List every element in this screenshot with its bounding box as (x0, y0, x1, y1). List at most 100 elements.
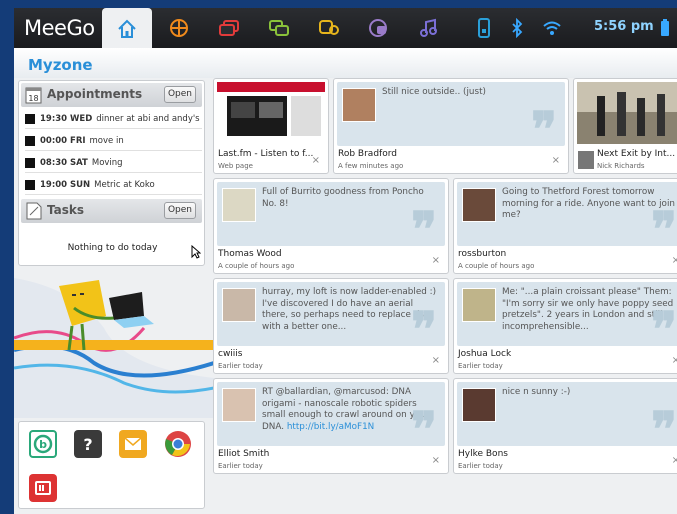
help-icon: ? (83, 435, 92, 454)
pasteboard-icon (369, 19, 387, 37)
media-icon (35, 481, 51, 495)
bluetooth-icon (512, 18, 523, 38)
post-time: Earlier today (458, 462, 503, 470)
tasks-header: Tasks Open (21, 199, 202, 223)
tasks-icon (219, 20, 239, 36)
tasks-note-icon (26, 202, 42, 220)
calendar-icon: 18 (25, 87, 42, 104)
status-message: nice n sunny :-) (502, 387, 571, 397)
web-page-card[interactable]: Last.fm - Listen to f... Web page × (213, 78, 329, 174)
web-page-title: Last.fm - Listen to f... (218, 149, 314, 159)
status-card[interactable]: Still nice outside.. (just) ❞ Rob Bradfo… (333, 78, 569, 174)
launcher-app[interactable] (29, 474, 57, 502)
status-bubble: Going to Thetford Forest tomorrow mornin… (457, 182, 677, 254)
avatar (578, 151, 594, 169)
author-name: cwiiis (218, 349, 243, 359)
calendar-color-icon (25, 157, 35, 168)
photo-card[interactable]: Next Exit by Int... Nick Richards (573, 78, 677, 174)
launcher-app[interactable] (164, 430, 192, 458)
tab-pasteboard[interactable] (354, 8, 404, 48)
people-icon (269, 20, 289, 36)
svg-text:b: b (39, 438, 47, 451)
battery-icon (660, 19, 669, 36)
status-card[interactable]: Going to Thetford Forest tomorrow mornin… (453, 178, 677, 274)
status-message: Still nice outside.. (just) (382, 87, 486, 97)
app-launcher-panel: b ? (18, 421, 205, 509)
author-name: Hylke Bons (458, 449, 508, 459)
status-card[interactable]: hurray, my loft is now ladder-enabled :)… (213, 278, 449, 374)
close-icon[interactable]: × (432, 355, 440, 366)
post-time: A few minutes ago (338, 162, 404, 170)
close-icon[interactable]: × (432, 255, 440, 266)
status-bubble: RT @ballardian, @marcusod: DNA origami -… (217, 382, 445, 454)
device-icon (478, 18, 490, 38)
author-name: Elliot Smith (218, 449, 270, 459)
top-toolbar: MeeGo 5:56 pm (14, 8, 677, 49)
photo-author: Nick Richards (597, 162, 645, 170)
appointments-title: Appointments (47, 87, 143, 101)
close-icon[interactable]: × (672, 455, 677, 466)
meego-logo: MeeGo (24, 16, 95, 40)
avatar (462, 188, 496, 222)
author-name: Joshua Lock (458, 349, 512, 359)
launcher-app[interactable]: b (29, 430, 57, 458)
close-icon[interactable]: × (312, 155, 320, 166)
launcher-app[interactable] (119, 430, 147, 458)
tab-myzone[interactable] (102, 8, 152, 49)
status-link[interactable]: http://bit.ly/aMoF1N (287, 422, 374, 432)
tab-applications[interactable] (154, 8, 204, 48)
status-bubble: Me: "...a plain croissant please" Them: … (457, 282, 677, 354)
avatar (462, 388, 496, 422)
avatar (342, 88, 376, 122)
home-icon (118, 19, 136, 38)
close-icon[interactable]: × (432, 455, 440, 466)
appointment-item[interactable]: 19:00 SUN Metric at Koko (25, 175, 202, 195)
author-name: Thomas Wood (218, 249, 282, 259)
appointment-item[interactable]: 08:30 SAT Moving (25, 153, 202, 173)
tasks-title: Tasks (47, 203, 85, 217)
tasks-open-button[interactable]: Open (164, 202, 196, 219)
music-icon (420, 18, 437, 37)
status-card[interactable]: nice n sunny :-) ❞ Hylke Bons Earlier to… (453, 378, 677, 474)
status-card[interactable]: Full of Burrito goodness from Poncho No.… (213, 178, 449, 274)
applications-icon (170, 19, 188, 37)
status-bubble: Full of Burrito goodness from Poncho No.… (217, 182, 445, 254)
appointment-item[interactable]: 00:00 FRI move in (25, 131, 202, 151)
tab-music[interactable] (404, 8, 454, 48)
close-icon[interactable]: × (552, 155, 560, 166)
clock[interactable]: 5:56 pm (594, 19, 654, 34)
close-icon[interactable]: × (672, 255, 677, 266)
screen: MeeGo 5:56 pm Myzone 18 Appointments Ope… (14, 8, 677, 514)
page-title: Myzone (28, 56, 93, 74)
post-time: A couple of hours ago (218, 262, 295, 270)
email-icon (124, 437, 142, 450)
status-bubble: nice n sunny :-) ❞ (457, 382, 677, 454)
photo-thumbnail (577, 82, 677, 144)
post-time: Earlier today (218, 362, 263, 370)
svg-text:18: 18 (28, 94, 38, 103)
quote-icon: ❞ (411, 402, 437, 458)
quote-icon: ❞ (651, 202, 677, 258)
battery-status[interactable] (652, 8, 677, 48)
avatar (222, 388, 256, 422)
close-icon[interactable]: × (672, 355, 677, 366)
mascot-illustration (14, 268, 214, 418)
author-name: rossburton (458, 249, 507, 259)
status-icon (319, 20, 339, 35)
calendar-color-icon (25, 113, 35, 124)
wifi-status[interactable] (532, 8, 572, 48)
tab-status[interactable] (304, 8, 354, 48)
bluetooth-status[interactable] (502, 8, 532, 48)
chrome-icon (165, 431, 191, 457)
status-card[interactable]: Me: "...a plain croissant please" Them: … (453, 278, 677, 374)
appointments-open-button[interactable]: Open (164, 86, 196, 103)
post-time: A couple of hours ago (458, 262, 535, 270)
tab-tasks[interactable] (204, 8, 254, 48)
quote-icon: ❞ (411, 202, 437, 258)
tab-people[interactable] (254, 8, 304, 48)
status-card[interactable]: RT @ballardian, @marcusod: DNA origami -… (213, 378, 449, 474)
quote-icon: ❞ (651, 302, 677, 358)
status-bubble: hurray, my loft is now ladder-enabled :)… (217, 282, 445, 354)
appointment-item[interactable]: 19:30 WED dinner at abi and andy's (25, 109, 202, 129)
launcher-app[interactable]: ? (74, 430, 102, 458)
